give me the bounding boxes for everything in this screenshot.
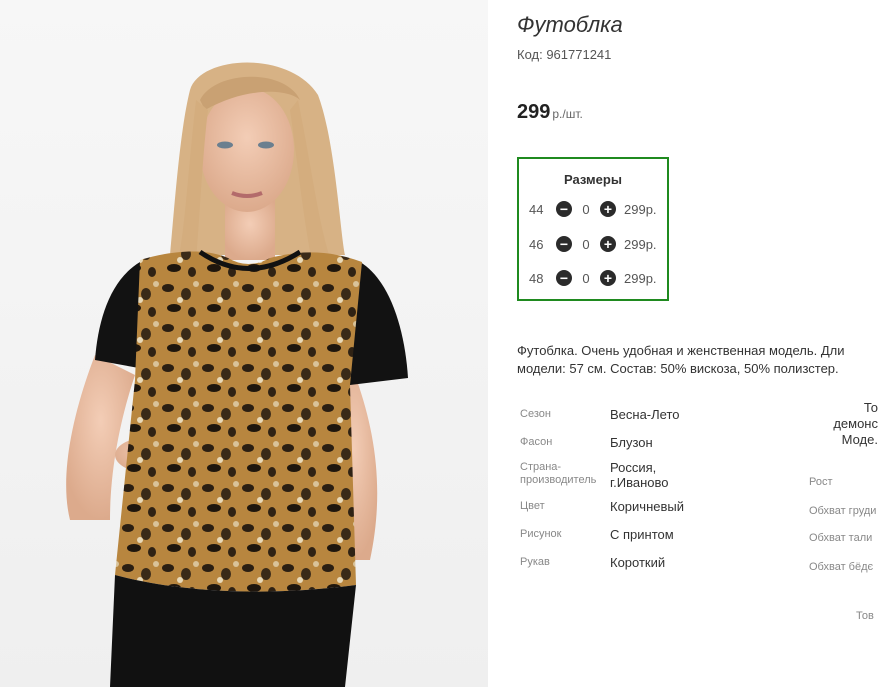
model-bust-label: Обхват груди xyxy=(809,505,877,517)
attr-value-country: Россия, г.Иваново xyxy=(610,460,669,490)
attr-label-style: Фасон xyxy=(520,436,553,448)
size-selector: Размеры 44 − 0 + 299р. 46 − 0 + 299р. 48… xyxy=(517,157,669,301)
product-price: 299 р./шт. xyxy=(517,101,583,124)
attr-value-sleeve: Короткий xyxy=(610,555,666,570)
price-unit: р./шт. xyxy=(552,107,583,121)
size-row: 46 − 0 + 299р. xyxy=(529,234,657,254)
quantity-value[interactable]: 0 xyxy=(572,237,600,252)
size-row: 48 − 0 + 299р. xyxy=(529,268,657,288)
model-panel-heading: То демонс Моде. xyxy=(833,400,878,448)
plus-button[interactable]: + xyxy=(600,201,616,217)
plus-button[interactable]: + xyxy=(600,236,616,252)
price-value: 299 xyxy=(517,101,551,123)
model-heading-line: демонс xyxy=(833,416,878,431)
sizes-title: Размеры xyxy=(564,172,622,187)
size-label: 48 xyxy=(529,270,544,286)
model-waist-label: Обхват тали xyxy=(809,532,873,544)
attr-value-season: Весна-Лето xyxy=(610,407,680,422)
attr-label-season: Сезон xyxy=(520,408,551,420)
quantity-value[interactable]: 0 xyxy=(572,202,600,217)
attr-label-line: Страна- xyxy=(520,461,562,473)
plus-button[interactable]: + xyxy=(600,270,616,286)
attr-value-pattern: С принтом xyxy=(610,527,674,542)
product-title: Футоблка xyxy=(517,12,623,37)
minus-button[interactable]: − xyxy=(556,201,572,217)
attr-value-style: Блузон xyxy=(610,435,653,450)
size-price: 299р. xyxy=(624,236,657,252)
attr-label-line: производитель xyxy=(520,474,597,486)
product-description: Футоблка. Очень удобная и женственная мо… xyxy=(517,342,878,378)
attr-label-color: Цвет xyxy=(520,500,545,512)
size-row: 44 − 0 + 299р. xyxy=(529,199,657,219)
attr-value-line: Россия, xyxy=(610,460,657,475)
product-photo[interactable] xyxy=(0,0,488,687)
model-height-label: Рост xyxy=(809,476,833,488)
attr-value-color: Коричневый xyxy=(610,499,684,514)
attr-label-country: Страна- производитель xyxy=(520,461,596,487)
size-label: 44 xyxy=(529,201,544,217)
size-label: 46 xyxy=(529,236,544,252)
description-line: Футоблка. Очень удобная и женственная мо… xyxy=(517,343,845,358)
model-panel-footer: Тов xyxy=(856,610,874,622)
attr-value-line: г.Иваново xyxy=(610,475,669,490)
size-price: 299р. xyxy=(624,270,657,286)
minus-button[interactable]: − xyxy=(556,270,572,286)
minus-button[interactable]: − xyxy=(556,236,572,252)
attr-label-pattern: Рисунок xyxy=(520,528,562,540)
model-heading-line: Моде. xyxy=(841,432,878,447)
product-sku: Код: 961771241 xyxy=(517,47,612,62)
attr-label-sleeve: Рукав xyxy=(520,556,550,568)
size-price: 299р. xyxy=(624,201,657,217)
description-line: модели: 57 см. Состав: 50% вискоза, 50% … xyxy=(517,361,839,376)
quantity-value[interactable]: 0 xyxy=(572,271,600,286)
model-hips-label: Обхват бёдє xyxy=(809,561,874,573)
model-heading-line: То xyxy=(863,400,878,415)
model-illustration xyxy=(66,62,408,687)
